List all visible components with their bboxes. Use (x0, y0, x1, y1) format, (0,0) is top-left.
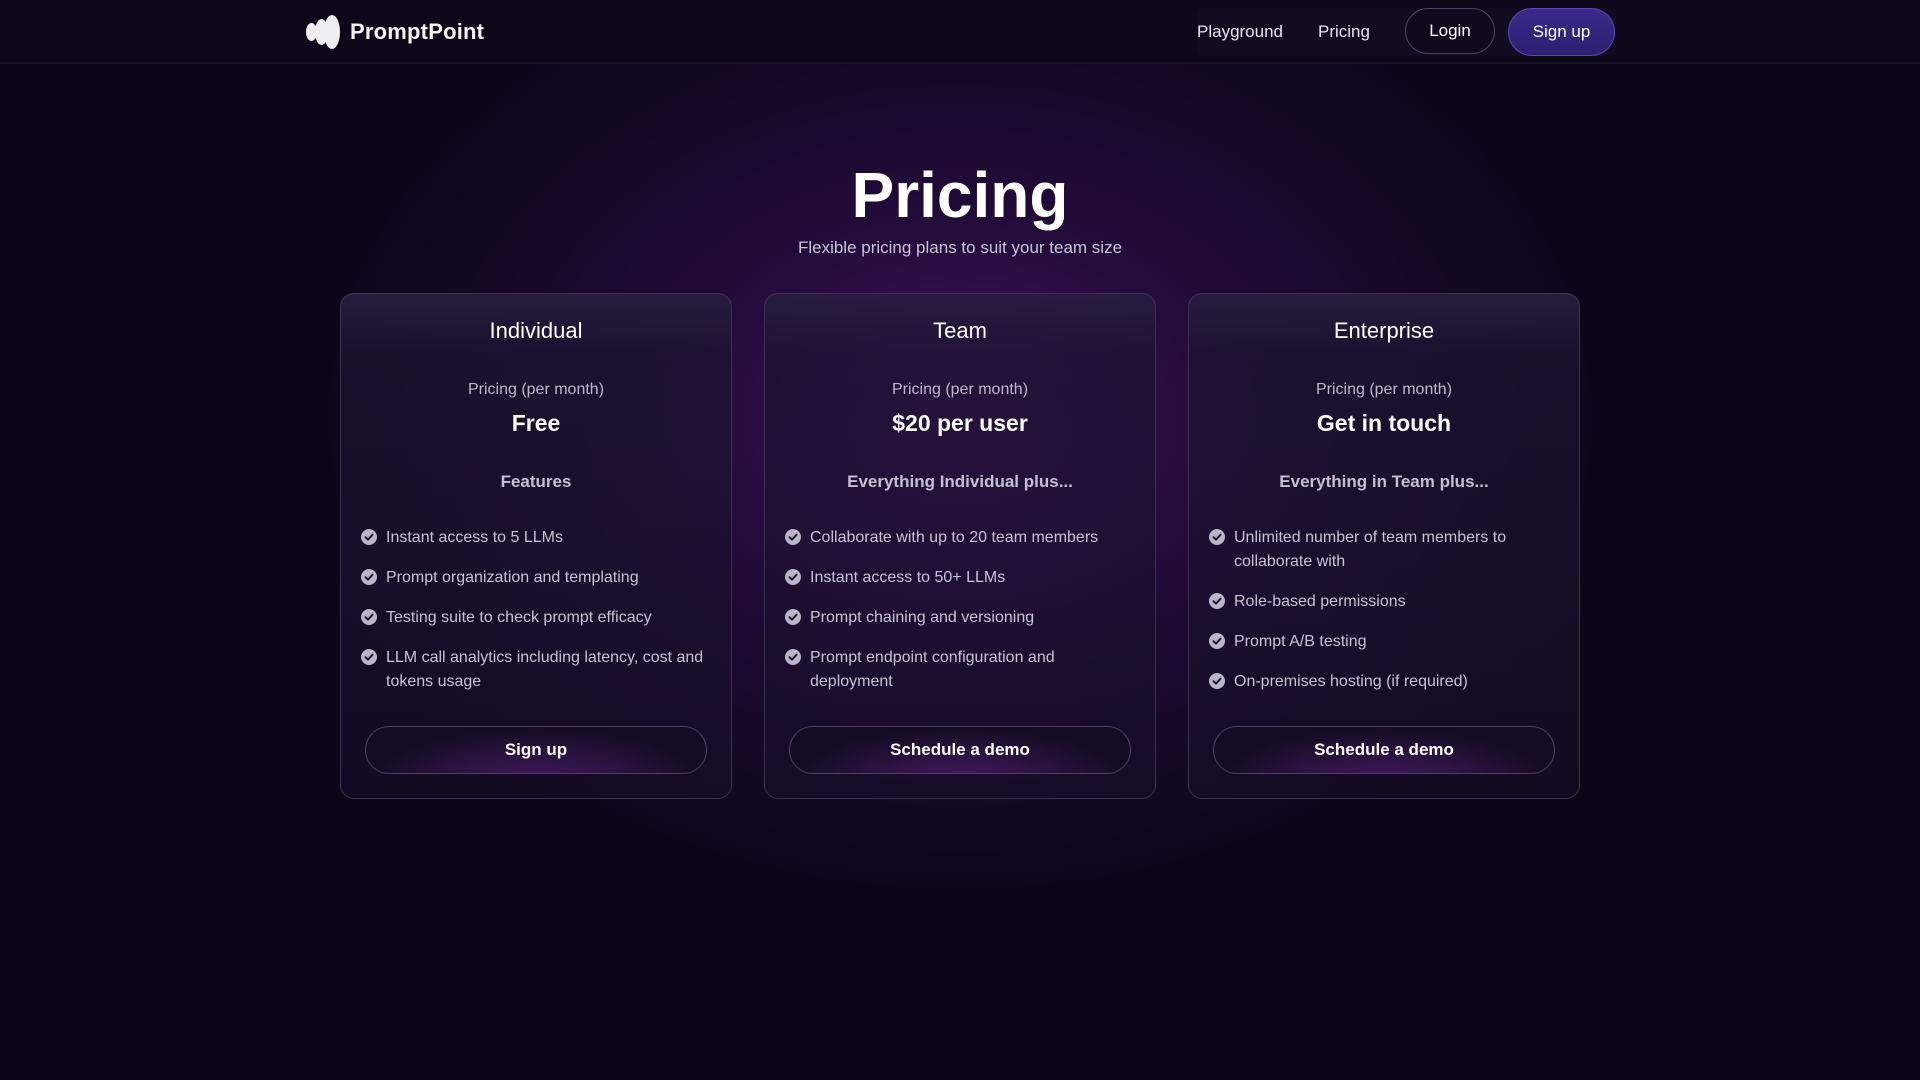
feature-item: Instant access to 50+ LLMs (785, 566, 1141, 590)
feature-item: Prompt endpoint configuration and deploy… (785, 646, 1141, 694)
feature-text: Unlimited number of team members to coll… (1234, 529, 1507, 570)
feature-item: Prompt A/B testing (1209, 630, 1565, 654)
check-circle-icon (361, 569, 377, 585)
feature-item: Testing suite to check prompt efficacy (361, 606, 717, 630)
check-circle-icon (785, 609, 801, 625)
feature-text: Collaborate with up to 20 team members (810, 529, 1099, 546)
plan-name: Team (933, 318, 987, 343)
plan-price: Get in touch (1316, 410, 1452, 436)
feature-item: On-premises hosting (if required) (1209, 670, 1565, 694)
check-circle-icon (785, 529, 801, 545)
promptpoint-logo-icon (306, 15, 342, 49)
plan-price-label: Pricing (per month) (891, 381, 1029, 398)
brand-name: PromptPoint (350, 19, 485, 44)
login-button[interactable]: Login (1405, 8, 1495, 54)
feature-text: Prompt chaining and versioning (810, 609, 1035, 626)
plan-price: $20 per user (892, 410, 1028, 436)
feature-item: Collaborate with up to 20 team members (785, 526, 1141, 550)
check-circle-icon (785, 569, 801, 585)
plan-features-title: Everything Individual plus... (847, 472, 1073, 491)
check-circle-icon (361, 609, 377, 625)
feature-text: Instant access to 5 LLMs (386, 529, 563, 546)
plan-feature-list: Unlimited number of team members to coll… (1209, 526, 1565, 710)
feature-text: Prompt A/B testing (1234, 633, 1367, 650)
plan-card-team: Team Pricing (per month) $20 per user Ev… (764, 293, 1156, 799)
plan-price-label: Pricing (per month) (467, 381, 605, 398)
plan-features-title: Features (500, 472, 572, 491)
feature-item: Prompt chaining and versioning (785, 606, 1141, 630)
check-circle-icon (361, 529, 377, 545)
page-title: Pricing (851, 159, 1069, 231)
signup-button[interactable]: Sign up (1508, 8, 1615, 56)
feature-text: Prompt endpoint configuration and deploy… (810, 649, 1055, 690)
plan-price: Free (511, 410, 561, 436)
plan-schedule-demo-button[interactable]: Schedule a demo (789, 726, 1131, 774)
feature-item: Role-based permissions (1209, 590, 1565, 614)
plan-feature-list: Instant access to 5 LLMs Prompt organiza… (361, 526, 717, 710)
check-circle-icon (1209, 593, 1225, 609)
feature-item: LLM call analytics including latency, co… (361, 646, 717, 694)
feature-text: On-premises hosting (if required) (1234, 673, 1468, 690)
feature-item: Unlimited number of team members to coll… (1209, 526, 1565, 574)
top-navbar: PromptPoint Playground Pricing Login Sig… (0, 0, 1920, 64)
nav-link-pricing[interactable]: Pricing (1318, 22, 1370, 42)
plan-schedule-demo-button[interactable]: Schedule a demo (1213, 726, 1555, 774)
plan-name: Enterprise (1333, 318, 1435, 343)
feature-text: LLM call analytics including latency, co… (386, 649, 704, 690)
check-circle-icon (1209, 529, 1225, 545)
plan-name: Individual (489, 318, 583, 343)
plan-price-label: Pricing (per month) (1315, 381, 1453, 398)
nav-link-playground[interactable]: Playground (1197, 22, 1283, 42)
plan-feature-list: Collaborate with up to 20 team members I… (785, 526, 1141, 710)
feature-item: Prompt organization and templating (361, 566, 717, 590)
feature-item: Instant access to 5 LLMs (361, 526, 717, 550)
check-circle-icon (361, 649, 377, 665)
plan-card-individual: Individual Pricing (per month) Free Feat… (340, 293, 732, 799)
check-circle-icon (1209, 633, 1225, 649)
plan-features-title: Everything in Team plus... (1279, 472, 1489, 491)
feature-text: Role-based permissions (1234, 593, 1406, 610)
feature-text: Testing suite to check prompt efficacy (386, 609, 652, 626)
main-nav: Playground Pricing Login Sign up (1197, 8, 1616, 56)
feature-text: Instant access to 50+ LLMs (810, 569, 1006, 586)
check-circle-icon (1209, 673, 1225, 689)
feature-text: Prompt organization and templating (386, 569, 639, 586)
page-subtitle: Flexible pricing plans to suit your team… (797, 238, 1123, 257)
plan-card-enterprise: Enterprise Pricing (per month) Get in to… (1188, 293, 1580, 799)
check-circle-icon (785, 649, 801, 665)
plan-signup-button[interactable]: Sign up (365, 726, 707, 774)
brand-home-link[interactable]: PromptPoint (306, 14, 484, 50)
